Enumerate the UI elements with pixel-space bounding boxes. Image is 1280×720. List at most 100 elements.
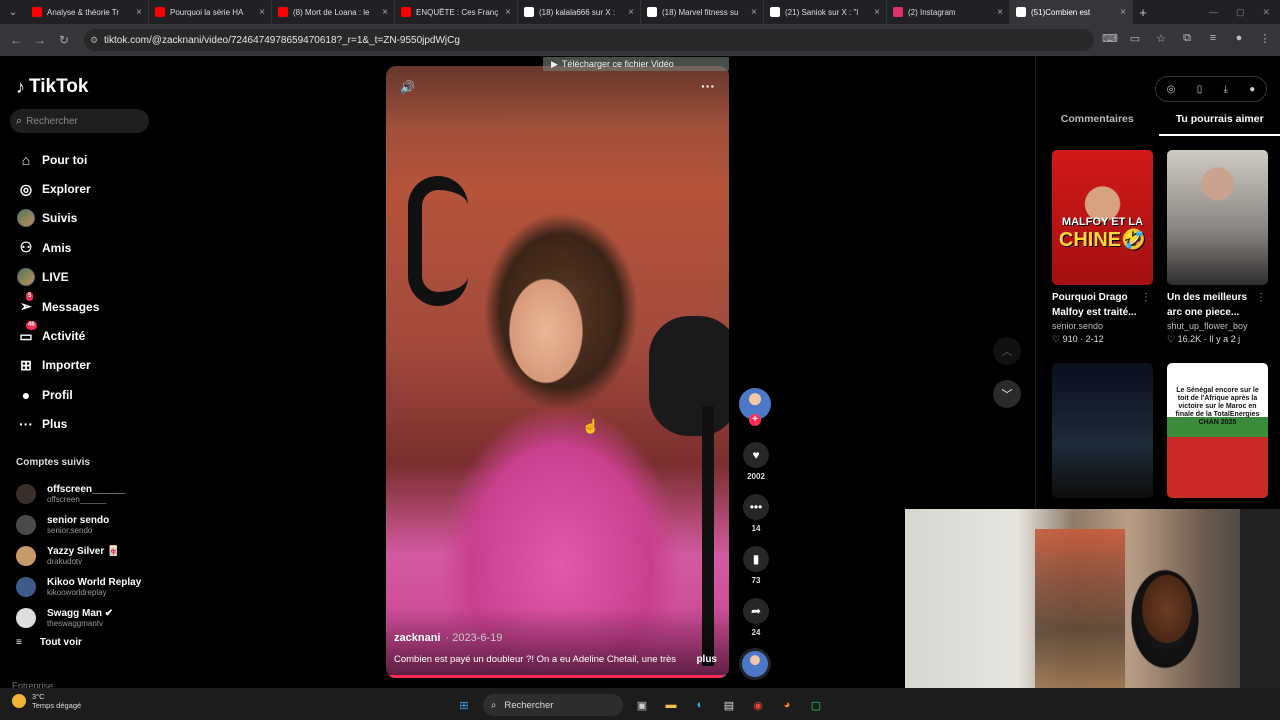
phone-icon[interactable]: ▯ [1197, 84, 1203, 95]
share-button[interactable]: ➦ 24 [743, 598, 769, 637]
close-tab-icon[interactable]: × [874, 7, 880, 18]
tiktok-logo[interactable]: ♪ TikTok [16, 76, 88, 98]
card-more-icon[interactable]: ⋮ [1141, 292, 1151, 303]
see-all-link[interactable]: ≡ Tout voir [16, 637, 82, 648]
nav-item[interactable]: ··· Plus [16, 410, 99, 439]
browser-tab[interactable]: (2) Instagram × [887, 0, 1010, 24]
nav-item[interactable]: ▭ 46 Activité [16, 321, 99, 350]
save-button[interactable]: ▮ 73 [743, 546, 769, 585]
maximize-icon[interactable]: ▢ [1236, 7, 1245, 18]
windows-start-icon[interactable]: ⊞ [454, 695, 474, 715]
browser-tab[interactable]: ENQUÊTE : Ces Franç × [395, 0, 518, 24]
recommended-card[interactable] [1052, 363, 1153, 498]
translate-icon[interactable]: ⌨ [1102, 32, 1118, 45]
browser-tab[interactable]: (21) Saniok sur X : "l × [764, 0, 887, 24]
close-tab-icon[interactable]: × [628, 7, 634, 18]
account-handle: senior.sendo [47, 525, 93, 535]
card-more-icon[interactable]: ⋮ [1256, 292, 1266, 303]
close-tab-icon[interactable]: × [1120, 7, 1126, 18]
close-tab-icon[interactable]: × [259, 7, 265, 18]
video-player[interactable]: 🔊 ··· zacknani · 2023-6-19 Combien est p… [386, 66, 729, 678]
nav-item[interactable]: ➢ 5 Messages [16, 291, 99, 321]
volume-icon[interactable]: 🔊 [400, 80, 415, 94]
app-icon[interactable]: ▢ [806, 695, 826, 715]
new-tab-button[interactable]: + [1133, 5, 1153, 20]
bookmark-star-icon[interactable]: ☆ [1154, 32, 1168, 45]
nav-item[interactable]: ⊞ Importer [16, 351, 99, 380]
recommended-card[interactable]: Le Sénégal encore sur le toit de l'Afriq… [1167, 363, 1268, 498]
close-tab-icon[interactable]: × [136, 7, 142, 18]
cast-icon[interactable]: ▭ [1128, 32, 1142, 45]
profile-avatar-icon[interactable]: ● [1232, 32, 1246, 45]
nav-item[interactable]: LIVE [16, 263, 99, 292]
next-video-chevron-icon[interactable]: ﹀ [993, 380, 1021, 408]
panel-tab[interactable]: Tu pourrais aimer [1158, 108, 1280, 136]
media-controls-icon[interactable]: ≡ [1206, 32, 1220, 45]
share-count: 24 [751, 628, 761, 637]
store-icon[interactable]: ▤ [719, 695, 739, 715]
caption-more-button[interactable]: plus [696, 654, 717, 665]
weather-widget[interactable]: 3°C Temps dégagé [12, 692, 81, 710]
followed-account[interactable]: offscreen______ offscreen______ [16, 478, 141, 509]
followed-account[interactable]: senior sendo senior.sendo [16, 509, 141, 540]
more-icon: ··· [19, 416, 33, 433]
browser-tab[interactable]: (18) Marvel fitness su × [641, 0, 764, 24]
nav-item[interactable]: ● Profil [16, 380, 99, 409]
user-avatar-icon[interactable]: ● [1249, 84, 1255, 95]
browser-tab-bar: ⌄ Analyse & théorie Tr × Pourquoi la série… [0, 0, 1280, 24]
music-disc-icon[interactable] [739, 648, 771, 680]
tab-search-chevron-icon[interactable]: ⌄ [0, 7, 26, 18]
followed-account[interactable]: Yazzy Silver 🀄 drakudotv [16, 540, 141, 571]
download-arrow-icon[interactable]: ⤓ [1224, 84, 1228, 95]
file-explorer-icon[interactable]: ▬ [661, 695, 681, 715]
chrome-icon[interactable]: ◉ [748, 695, 768, 715]
browser-tab[interactable]: (51)Combien est × [1010, 0, 1133, 24]
previous-video-chevron-icon[interactable]: ︿ [993, 337, 1021, 365]
nav-item[interactable]: Suivis [16, 204, 99, 233]
browser-tab[interactable]: Pourquoi la série HA × [149, 0, 272, 24]
url-field[interactable]: ⚙ tiktok.com/@zacknani/video/72464749786… [84, 29, 1094, 51]
close-tab-icon[interactable]: × [505, 7, 511, 18]
close-tab-icon[interactable]: × [751, 7, 757, 18]
browser-tab[interactable]: (18) kalala666 sur X : × [518, 0, 641, 24]
follow-plus-icon[interactable]: + [749, 414, 761, 426]
back-icon[interactable]: ← [4, 33, 28, 47]
close-tab-icon[interactable]: × [997, 7, 1003, 18]
account-avatar [16, 545, 36, 566]
save-count: 73 [751, 576, 761, 585]
site-info-icon[interactable]: ⚙ [90, 35, 98, 46]
compass-icon[interactable]: ◎ [1167, 84, 1176, 95]
nav-item[interactable]: ⌂ Pour toi [16, 145, 99, 174]
nav-item[interactable]: ◎ Explorer [16, 174, 99, 203]
panel-tab[interactable]: Commentaires [1036, 108, 1159, 136]
close-window-icon[interactable]: ✕ [1262, 7, 1270, 18]
recommended-card[interactable]: Un des meilleurs arc one piece... shut_u… [1167, 150, 1268, 346]
creator-avatar[interactable]: + [739, 388, 771, 426]
comment-button[interactable]: ••• 14 [743, 494, 769, 533]
extensions-icon[interactable]: ⧉ [1180, 32, 1194, 45]
video-progress-bar[interactable] [386, 675, 729, 678]
nav-label: LIVE [42, 270, 69, 285]
send-icon: ➢ 5 [20, 291, 34, 315]
video-more-icon[interactable]: ··· [701, 78, 715, 94]
browser-menu-icon[interactable]: ⋮ [1258, 32, 1272, 45]
nav-item[interactable]: ⚇ Amis [16, 233, 99, 262]
like-button[interactable]: ♥ 2002 [743, 442, 769, 481]
forward-icon[interactable]: → [28, 33, 52, 47]
download-video-overlay[interactable]: ▶ Télécharger ce fichier Vidéo [543, 57, 729, 71]
browser-tab[interactable]: (8) Mort de Loana : le × [272, 0, 395, 24]
taskbar-search[interactable]: ⌕ Rechercher [483, 694, 623, 716]
search-input[interactable]: ⌕ Rechercher [10, 109, 149, 133]
edge-icon[interactable]: ◐ [690, 695, 710, 715]
video-author[interactable]: zacknani · 2023-6-19 [394, 632, 502, 644]
browser-tab[interactable]: Analyse & théorie Tr × [26, 0, 149, 24]
reload-icon[interactable]: ↻ [52, 33, 76, 47]
recommended-card[interactable]: MALFOY ET LA CHINE🤣 Pourquoi Drago Malfo… [1052, 150, 1153, 346]
followed-account[interactable]: Kikoo World Replay kikooworldreplay [16, 571, 141, 602]
followed-account[interactable]: Swagg Man ✔ theswaggmantv [16, 602, 141, 633]
task-view-icon[interactable]: ▣ [632, 695, 652, 715]
close-tab-icon[interactable]: × [382, 7, 388, 18]
firefox-icon[interactable]: ◕ [777, 695, 797, 715]
minimize-icon[interactable]: — [1209, 7, 1218, 17]
card-user: senior.sendo [1052, 321, 1104, 331]
